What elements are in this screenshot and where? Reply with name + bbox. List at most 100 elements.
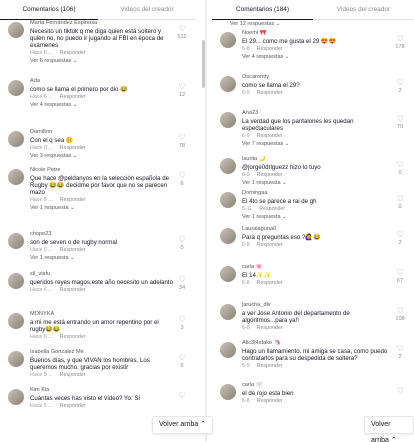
reply-link[interactable]: Responder — [257, 90, 283, 96]
reply-link[interactable]: Responder — [257, 398, 283, 404]
comment-username[interactable]: Damilton — [30, 129, 174, 137]
avatar[interactable] — [220, 304, 236, 320]
view-replies-link[interactable]: Ver 3 respuestas ⌄ — [30, 152, 174, 160]
reply-link[interactable]: Responder — [60, 287, 86, 293]
reply-link[interactable]: Responder — [257, 325, 283, 331]
avatar[interactable] — [8, 22, 24, 38]
reply-link[interactable]: Responder — [257, 133, 283, 139]
tab-comments[interactable]: Comentarios (106) — [0, 0, 98, 20]
view-replies-link[interactable]: Ver 4 respuestas ⌄ — [242, 53, 392, 61]
comment-username[interactable]: Nicole Petre — [30, 167, 174, 175]
like-control[interactable]: ♡ — [174, 391, 190, 400]
heart-icon[interactable]: ♡ — [174, 275, 190, 284]
avatar[interactable] — [220, 112, 236, 128]
like-control[interactable]: ♡ 0 — [392, 160, 408, 177]
reply-link[interactable]: Responder — [60, 334, 86, 340]
avatar[interactable] — [220, 158, 236, 174]
comment-username[interactable]: carla 🌸 — [242, 264, 392, 272]
reply-link[interactable]: Responder — [259, 206, 285, 212]
heart-icon[interactable]: ♡ — [392, 34, 408, 43]
avatar[interactable] — [220, 76, 236, 92]
scrollbar-track[interactable] — [205, 0, 207, 442]
heart-icon[interactable]: ♡ — [174, 391, 190, 400]
like-control[interactable]: ♡ 2 — [392, 78, 408, 95]
comment-username[interactable]: Ana23 — [242, 110, 392, 118]
heart-icon[interactable]: ♡ — [392, 230, 408, 239]
heart-icon[interactable]: ♡ — [392, 114, 408, 123]
like-control[interactable]: ♡ 67 — [392, 268, 408, 285]
tab-creator-videos[interactable]: Videos del creador — [313, 0, 414, 20]
like-control[interactable]: ♡ 6 — [174, 171, 190, 188]
back-to-top-button[interactable]: Volver arriba ⌃ — [152, 416, 214, 434]
avatar[interactable] — [8, 131, 24, 147]
heart-icon[interactable]: ♡ — [392, 386, 408, 395]
like-control[interactable]: ♡ 12 — [174, 82, 190, 99]
reply-link[interactable]: Responder — [257, 46, 283, 52]
reply-link[interactable]: Responder — [60, 145, 86, 151]
comment-username[interactable]: Domingaa — [242, 190, 392, 198]
like-control[interactable]: ♡ 6 — [174, 353, 190, 370]
heart-icon[interactable]: ♡ — [174, 133, 190, 142]
heart-icon[interactable]: ♡ — [392, 160, 408, 169]
comment-username[interactable]: Ada — [30, 78, 174, 86]
heart-icon[interactable]: ♡ — [392, 344, 408, 353]
like-control[interactable]: ♡ 2 — [392, 344, 408, 361]
comment-username[interactable]: carla 🤍 — [242, 382, 392, 390]
heart-icon[interactable]: ♡ — [174, 235, 190, 244]
view-replies-link[interactable]: Ver 12 respuestas ⌄ — [212, 20, 414, 30]
reply-link[interactable]: Responder — [60, 403, 86, 409]
reply-link[interactable]: Responder — [60, 94, 86, 100]
comment-username[interactable]: Alic3t4stake 🦄 — [242, 340, 392, 348]
view-replies-link[interactable]: Ver 1 respuesta ⌄ — [242, 213, 392, 221]
heart-icon[interactable]: ♡ — [392, 306, 408, 315]
avatar[interactable] — [220, 342, 236, 358]
heart-icon[interactable]: ♡ — [174, 82, 190, 91]
comment-username[interactable]: chope23 — [30, 231, 174, 239]
avatar[interactable] — [220, 266, 236, 282]
heart-icon[interactable]: ♡ — [392, 194, 408, 203]
comment-username[interactable]: Oscaromty — [242, 74, 392, 82]
comment-username[interactable]: Lauralaguna0 — [242, 226, 392, 234]
reply-link[interactable]: Responder — [257, 363, 283, 369]
comment-username[interactable]: Isabella Gonzalez Me — [30, 349, 174, 357]
avatar[interactable] — [220, 228, 236, 244]
view-replies-link[interactable]: Ver 1 respuesta ⌄ — [242, 179, 392, 187]
avatar[interactable] — [220, 32, 236, 48]
reply-link[interactable]: Responder — [257, 172, 283, 178]
comment-username[interactable]: Kim Kia — [30, 387, 174, 395]
like-control[interactable]: ♡ 512 — [174, 24, 190, 41]
comment-username[interactable]: sil_viafu — [30, 271, 174, 279]
tab-creator-videos[interactable]: Videos del creador — [98, 0, 196, 20]
heart-icon[interactable]: ♡ — [392, 78, 408, 87]
heart-icon[interactable]: ♡ — [174, 353, 190, 362]
reply-link[interactable]: Responder — [60, 50, 86, 56]
avatar[interactable] — [8, 80, 24, 96]
like-control[interactable]: ♡ 0 — [392, 194, 408, 211]
comment-username[interactable]: jarucha_dlv — [242, 302, 392, 310]
like-control[interactable]: ♡ 0 — [174, 235, 190, 252]
comment-username[interactable]: Noemi 🎀 — [242, 30, 392, 38]
reply-link[interactable]: Responder — [60, 197, 86, 203]
reply-link[interactable]: Responder — [257, 280, 283, 286]
avatar[interactable] — [8, 313, 24, 329]
view-replies-link[interactable]: Ver 7 respuestas ⌄ — [242, 140, 392, 148]
view-replies-link[interactable]: Ver 1 respuesta ⌄ — [30, 204, 174, 212]
heart-icon[interactable]: ♡ — [174, 171, 190, 180]
like-control[interactable]: ♡ 108 — [392, 306, 408, 323]
heart-icon[interactable]: ♡ — [392, 268, 408, 277]
tab-comments[interactable]: Comentarios (184) — [212, 0, 313, 20]
comment-username[interactable]: Marta Fernández Espinosa — [30, 20, 174, 28]
reply-link[interactable]: Responder — [60, 247, 86, 253]
scrollbar-thumb[interactable] — [202, 40, 205, 88]
avatar[interactable] — [8, 351, 24, 367]
reply-link[interactable]: Responder — [60, 372, 86, 378]
view-replies-link[interactable]: Ver 6 respuestas ⌄ — [30, 57, 174, 65]
like-control[interactable]: ♡ — [392, 386, 408, 395]
like-control[interactable]: ♡ 2 — [392, 230, 408, 247]
reply-link[interactable]: Responder — [257, 242, 283, 248]
like-control[interactable]: ♡ 78 — [174, 133, 190, 150]
heart-icon[interactable]: ♡ — [174, 315, 190, 324]
heart-icon[interactable]: ♡ — [174, 24, 190, 33]
avatar[interactable] — [220, 384, 236, 400]
view-replies-link[interactable]: Ver 1 respuesta ⌄ — [30, 254, 174, 262]
